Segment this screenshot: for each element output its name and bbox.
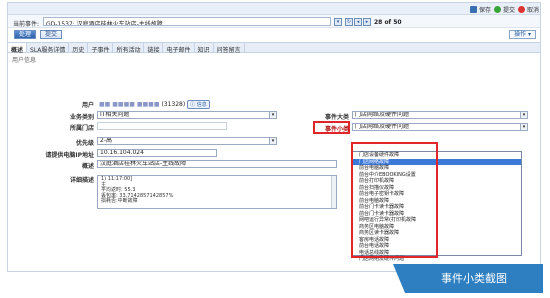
process-button[interactable]: 处理 [14, 30, 37, 39]
tab-bar: 概述 SLA服务详情 历史 子事件 所有活动 链接 电子邮件 知识 问答留言 [8, 42, 540, 54]
description-label: 概述 [81, 163, 94, 170]
user-info-button[interactable]: ⓘ 信息 [187, 100, 210, 109]
tab-overview[interactable]: 概述 [8, 43, 28, 54]
app-window: 保存 提交 取消 当前事件: GD-1537: 汉庭酒店桂林火车站店-主线故障 … [7, 2, 541, 272]
save-button[interactable]: 保存 [470, 5, 491, 14]
top-toolbar: 保存 提交 取消 [8, 3, 540, 15]
cancel-icon [518, 6, 525, 13]
user-value: ■■ ■■■■ ■■■■ (31328) ⓘ 信息 [99, 100, 210, 109]
tab-qa[interactable]: 问答留言 [214, 43, 245, 54]
save-icon [470, 6, 477, 13]
priority-select[interactable]: 2-高 ▾ [97, 137, 277, 145]
detail-line: 损耗否:中断故障 [101, 198, 138, 204]
caption-ribbon-tail [393, 264, 405, 293]
tab-sub-events[interactable]: 子事件 [88, 43, 114, 54]
tab-email[interactable]: 电子邮件 [163, 43, 195, 54]
ip-label: 请提供电脑IP地址 [45, 152, 94, 159]
refresh-icon[interactable]: ↻ [345, 18, 353, 26]
dropdown-chevron-icon[interactable]: ▾ [334, 18, 342, 26]
event-subcategory-select[interactable]: 门店网络及硬件问题 ▾ [352, 123, 528, 131]
priority-label: 优先级 [75, 140, 94, 147]
next-icon[interactable]: ▸ [363, 18, 371, 26]
operation-menu-button[interactable]: 操作 ▾ [509, 30, 536, 39]
event-category-select[interactable]: 门店网络及硬件问题 ▾ [352, 111, 528, 119]
chevron-down-icon: ▾ [269, 138, 276, 144]
tab-links[interactable]: 链接 [144, 43, 164, 54]
current-event-field[interactable]: GD-1537: 汉庭酒店桂林火车站店-主线故障 [43, 17, 331, 26]
business-type-select[interactable]: IT相关问题 ▾ [97, 111, 277, 119]
detail-label: 详细描述 [69, 177, 94, 184]
description-input[interactable]: 汉庭酒店桂林火车站店-主线故障 [97, 160, 337, 168]
tab-history[interactable]: 历史 [69, 43, 89, 54]
detail-scrollbar[interactable] [331, 176, 336, 208]
submit-top-button[interactable]: 提交 [494, 5, 515, 14]
page-indicator: 28 of 50 [374, 19, 402, 26]
detail-textarea[interactable]: 1) 11:17:00] 主 平均返时: 55.3 丢包率: 33.714285… [97, 175, 337, 209]
store-field[interactable] [97, 122, 227, 130]
chevron-down-icon: ▾ [520, 112, 527, 118]
user-name-redacted: ■■ ■■■■ ■■■■ [99, 101, 160, 108]
action-button-row: 处理 提交 操作 ▾ [8, 29, 540, 40]
cancel-button[interactable]: 取消 [518, 5, 539, 14]
chevron-down-icon: ▾ [269, 112, 276, 118]
prev-icon[interactable]: ◂ [354, 18, 362, 26]
ip-input[interactable]: 10.16.104.024 [97, 149, 217, 157]
tab-knowledge[interactable]: 知识 [195, 43, 214, 54]
tab-sla[interactable]: SLA服务详情 [27, 43, 70, 54]
highlight-box-dropdown [351, 142, 438, 258]
store-label: 所属门店 [69, 125, 94, 132]
user-label: 用户 [81, 102, 94, 109]
chevron-down-icon: ▾ [520, 124, 527, 130]
submit-button[interactable]: 提交 [40, 30, 63, 39]
section-title: 用户信息 [12, 57, 37, 64]
current-event-bar: 当前事件: GD-1537: 汉庭酒店桂林火车站店-主线故障 ▾ ↻ ◂ ▸ 2… [8, 15, 540, 28]
event-category-label: 事件大类 [324, 114, 349, 121]
current-event-label: 当前事件: [13, 21, 40, 28]
submit-icon [494, 6, 501, 13]
caption-banner: 事件小类截图 [405, 264, 543, 293]
event-subcategory-label: 事件小类 [324, 126, 349, 133]
business-type-label: 业务类别 [69, 114, 94, 121]
tab-activities[interactable]: 所有活动 [113, 43, 145, 54]
